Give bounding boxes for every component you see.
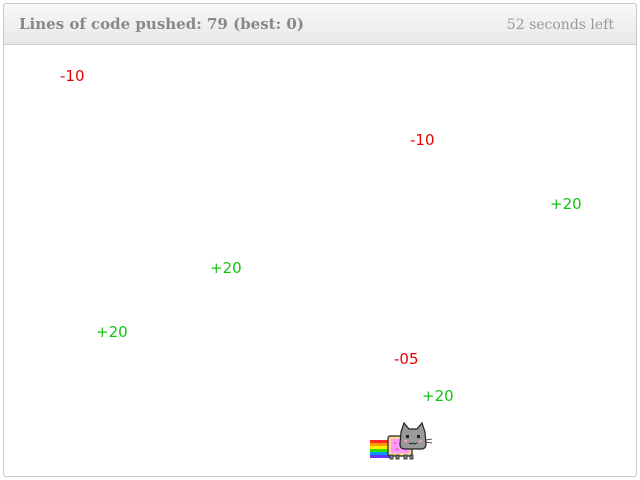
score-display: Lines of code pushed: 79 (best: 0) [19,15,304,33]
point-item: -10 [60,67,85,85]
best-value: 0 [286,15,297,33]
play-area[interactable]: -10 -10 +20 +20 +20 -05 +20 [4,45,636,476]
point-item: +20 [550,195,582,213]
score-bar: Lines of code pushed: 79 (best: 0) 52 se… [4,4,636,45]
best-label: (best: [233,15,282,33]
point-item: +20 [96,323,128,341]
best-close: ) [296,15,304,33]
point-item: +20 [210,259,242,277]
score-value: 79 [206,15,228,33]
time-value: 52 [506,17,525,33]
time-label: seconds left [529,17,614,33]
timer-display: 52 seconds left [507,17,614,33]
point-item: -10 [410,131,435,149]
point-item: +20 [422,387,454,405]
score-label: Lines of code pushed: [19,15,202,33]
game-window: Lines of code pushed: 79 (best: 0) 52 se… [3,3,637,477]
nyan-cat-icon [368,418,438,460]
point-item: -05 [394,350,419,368]
